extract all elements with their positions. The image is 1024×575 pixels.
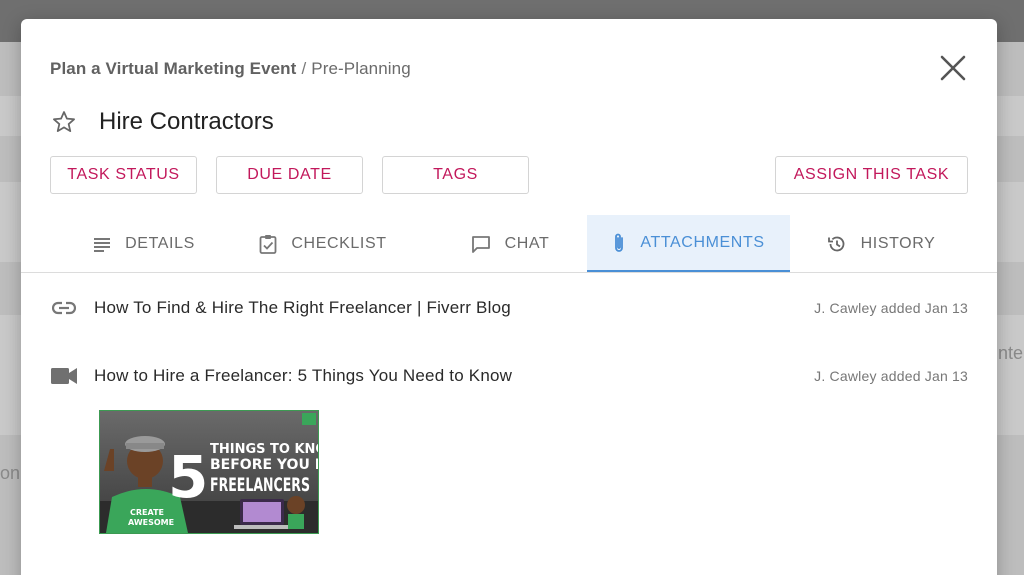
due-date-button[interactable]: DUE DATE	[216, 156, 363, 194]
tab-label: CHECKLIST	[291, 234, 387, 252]
breadcrumb-project[interactable]: Plan a Virtual Marketing Event	[50, 59, 296, 78]
tags-button[interactable]: TAGS	[382, 156, 529, 194]
breadcrumb: Plan a Virtual Marketing Event / Pre-Plann…	[50, 59, 411, 79]
attachment-item: How To Find & Hire The Right Freelancer …	[21, 293, 997, 323]
task-modal: Plan a Virtual Marketing Event / Pre-Plann…	[21, 19, 997, 575]
thumbnail-line-1: THINGS TO KNOW	[210, 442, 318, 457]
backdrop-text-right: nte	[998, 343, 1024, 363]
thumbnail-shirt-line-2: AWESOME	[128, 518, 174, 527]
video-thumbnail[interactable]: 5 THINGS TO KNOW BEFORE YOU HIRE FREELAN…	[99, 410, 319, 534]
link-icon	[52, 301, 76, 315]
favorite-button[interactable]	[51, 109, 77, 135]
thumbnail-image: 5 THINGS TO KNOW BEFORE YOU HIRE FREELAN…	[100, 411, 318, 533]
tab-attachments[interactable]: ATTACHMENTS	[587, 215, 790, 272]
thumbnail-shirt-line-1: CREATE	[130, 508, 164, 517]
list-icon	[94, 237, 111, 252]
tab-label: HISTORY	[860, 234, 936, 252]
tab-chat[interactable]: CHAT	[445, 215, 575, 272]
attachment-icon	[51, 295, 77, 321]
attachment-icon	[51, 363, 77, 389]
video-icon	[51, 368, 77, 384]
breadcrumb-section[interactable]: Pre-Planning	[311, 59, 410, 78]
attachment-link-title[interactable]: How To Find & Hire The Right Freelancer …	[94, 298, 511, 318]
task-status-button[interactable]: TASK STATUS	[50, 156, 197, 194]
task-title: Hire Contractors	[99, 108, 274, 135]
tab-label: ATTACHMENTS	[640, 233, 765, 251]
close-icon	[940, 55, 966, 81]
thumbnail-line-3: FREELANCERS	[210, 474, 310, 496]
attachment-item: How to Hire a Freelancer: 5 Things You N…	[21, 361, 997, 391]
backdrop-text-left: on	[0, 463, 21, 483]
chat-icon	[471, 235, 490, 253]
history-icon	[827, 236, 844, 251]
paperclip-icon	[615, 233, 624, 252]
tab-bar: DETAILS CHECKLIST CHAT ATTACHMENTS HISTO…	[21, 215, 997, 273]
star-icon	[53, 111, 75, 132]
assign-task-button[interactable]: ASSIGN THIS TASK	[775, 156, 968, 194]
tab-label: DETAILS	[125, 234, 195, 252]
attachment-meta: J. Cawley added Jan 13	[814, 300, 968, 316]
thumbnail-line-2: BEFORE YOU HIRE	[210, 457, 318, 473]
thumbnail-number: 5	[168, 443, 208, 511]
tab-history[interactable]: HISTORY	[816, 215, 946, 272]
tab-details[interactable]: DETAILS	[79, 215, 209, 272]
close-button[interactable]	[939, 54, 967, 82]
tab-label: CHAT	[504, 234, 550, 252]
attachment-video-title[interactable]: How to Hire a Freelancer: 5 Things You N…	[94, 366, 512, 386]
breadcrumb-separator: /	[301, 59, 307, 78]
checklist-icon	[259, 234, 277, 254]
attachment-meta: J. Cawley added Jan 13	[814, 368, 968, 384]
tab-checklist[interactable]: CHECKLIST	[243, 215, 403, 272]
